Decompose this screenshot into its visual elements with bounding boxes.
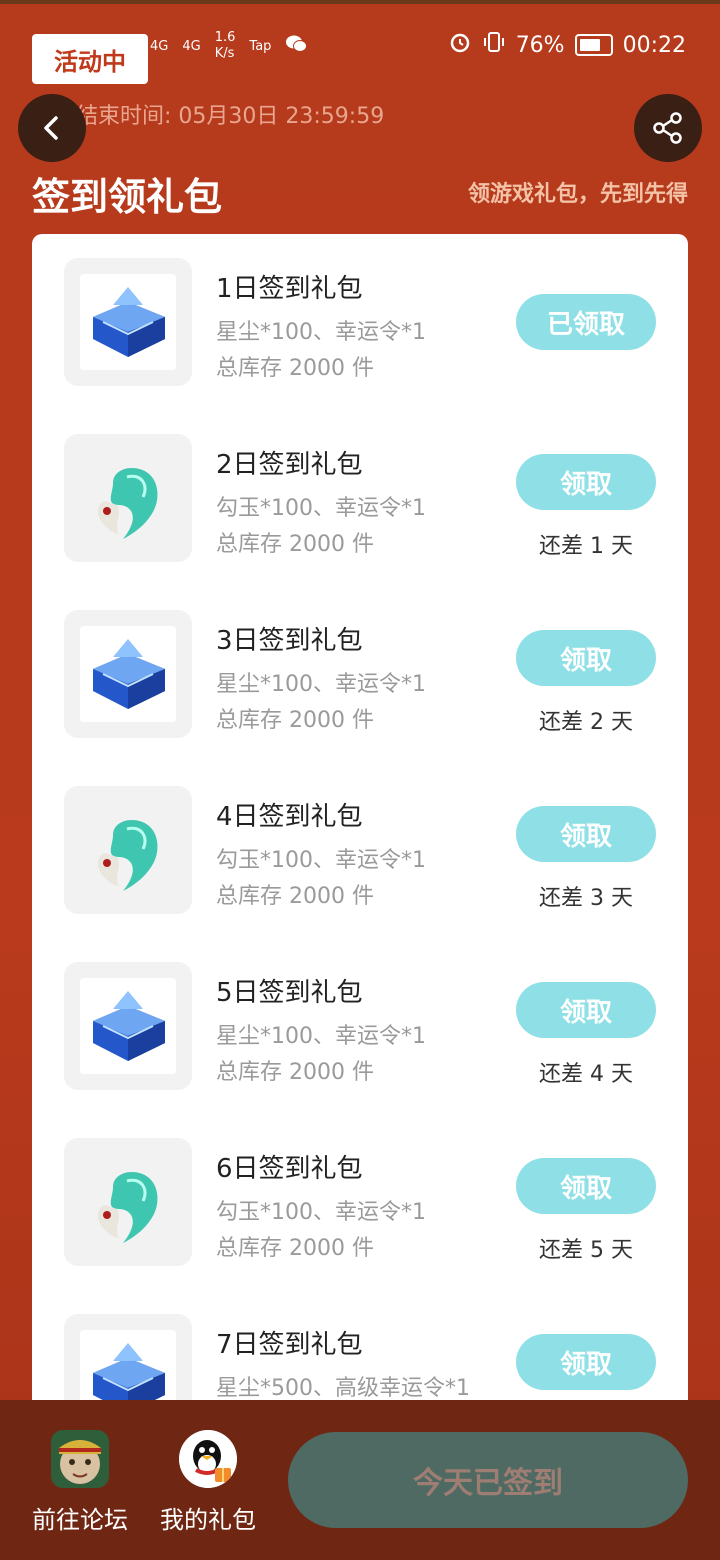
gift-item-day-1: 1日签到礼包 星尘*100、幸运令*1 总库存 2000 件 已领取 xyxy=(32,234,688,410)
days-remaining: 还差 1 天 xyxy=(539,534,633,559)
magatama-icon xyxy=(97,467,158,539)
back-button[interactable] xyxy=(18,94,86,162)
gift-name: 1日签到礼包 xyxy=(216,274,363,304)
gift-stock: 总库存 2000 件 xyxy=(216,708,374,733)
status-right: 76% 00:22 xyxy=(448,30,686,60)
top-strip xyxy=(0,0,720,4)
crystal-chest-icon xyxy=(93,991,165,1061)
net-speed-value: 1.6 xyxy=(214,30,236,45)
gift-stock: 总库存 2000 件 xyxy=(216,1236,374,1261)
gift-stock: 总库存 2000 件 xyxy=(216,532,374,557)
gift-thumbnail xyxy=(64,258,192,386)
my-gifts-link[interactable]: 我的礼包 xyxy=(160,1430,256,1535)
gift-item-day-4: 4日签到礼包 勾玉*100、幸运令*1 总库存 2000 件 领取 还差 3 天 xyxy=(32,762,688,938)
days-remaining: 还差 4 天 xyxy=(539,1062,633,1087)
forum-link[interactable]: 前往论坛 xyxy=(32,1430,128,1535)
crystal-chest-icon xyxy=(93,639,165,709)
gift-name: 4日签到礼包 xyxy=(216,802,363,832)
gift-item-day-2: 2日签到礼包 勾玉*100、幸运令*1 总库存 2000 件 领取 还差 1 天 xyxy=(32,410,688,586)
my-gifts-label: 我的礼包 xyxy=(160,1506,256,1534)
claim-button[interactable]: 领取 xyxy=(516,1158,656,1214)
activity-status-badge: 活动中 xyxy=(32,34,148,84)
claim-button[interactable]: 领取 xyxy=(516,630,656,686)
gift-name: 5日签到礼包 xyxy=(216,978,363,1008)
wechat-icon xyxy=(285,34,308,58)
claim-button[interactable]: 领取 xyxy=(516,806,656,862)
signal-1: 4G xyxy=(150,38,169,54)
gift-contents: 勾玉*100、幸运令*1 xyxy=(216,848,426,873)
gift-contents: 勾玉*100、幸运令*1 xyxy=(216,1200,426,1225)
chevron-left-icon xyxy=(44,116,58,140)
days-remaining: 还差 5 天 xyxy=(539,1238,633,1263)
battery-icon xyxy=(574,34,613,56)
gift-contents: 星尘*100、幸运令*1 xyxy=(216,320,426,345)
vibrate-icon xyxy=(482,30,506,60)
page-title: 签到领礼包 xyxy=(32,175,223,219)
tap-label: Tap xyxy=(249,38,272,54)
claim-button[interactable]: 领取 xyxy=(516,1334,656,1390)
claim-button[interactable]: 领取 xyxy=(516,982,656,1038)
clock: 00:22 xyxy=(622,32,686,58)
qq-penguin-icon xyxy=(179,1430,237,1488)
signal-2: 4G xyxy=(182,38,201,54)
gift-name: 6日签到礼包 xyxy=(216,1154,363,1184)
gift-stock: 总库存 2000 件 xyxy=(216,884,374,909)
gift-item-day-6: 6日签到礼包 勾玉*100、幸运令*1 总库存 2000 件 领取 还差 5 天 xyxy=(32,1114,688,1290)
gift-thumbnail xyxy=(64,962,192,1090)
magatama-icon xyxy=(97,1171,158,1243)
gift-item-day-3: 3日签到礼包 星尘*100、幸运令*1 总库存 2000 件 领取 还差 2 天 xyxy=(32,586,688,762)
gift-thumbnail xyxy=(64,786,192,914)
gift-contents: 星尘*500、高级幸运令*1 xyxy=(216,1376,470,1401)
gift-name: 2日签到礼包 xyxy=(216,450,363,480)
gift-stock: 总库存 2000 件 xyxy=(216,1060,374,1085)
gift-contents: 星尘*100、幸运令*1 xyxy=(216,672,426,697)
forum-game-icon xyxy=(51,1430,109,1488)
gift-thumbnail xyxy=(64,434,192,562)
gift-name: 7日签到礼包 xyxy=(216,1330,363,1360)
alarm-icon xyxy=(448,30,472,60)
battery-percent: 76% xyxy=(515,32,565,58)
share-icon xyxy=(653,112,682,144)
gift-contents: 勾玉*100、幸运令*1 xyxy=(216,496,426,521)
net-speed-unit: K/s xyxy=(214,46,235,61)
days-remaining: 还差 2 天 xyxy=(539,710,633,735)
signed-today-button[interactable]: 今天已签到 xyxy=(288,1432,688,1528)
gift-stock: 总库存 2000 件 xyxy=(216,356,374,381)
net-speed: 1.6 K/s xyxy=(215,30,236,62)
page-subtitle: 领游戏礼包，先到先得 xyxy=(467,182,688,207)
share-button[interactable] xyxy=(634,94,702,162)
crystal-chest-icon xyxy=(93,287,165,357)
status-left: 4G 4G 1.6 K/s Tap xyxy=(150,30,308,62)
days-remaining: 还差 3 天 xyxy=(539,886,633,911)
gift-thumbnail xyxy=(64,1138,192,1266)
magatama-icon xyxy=(97,819,158,891)
gift-list: 1日签到礼包 星尘*100、幸运令*1 总库存 2000 件 已领取 2日签到礼… xyxy=(32,234,688,1434)
forum-label: 前往论坛 xyxy=(32,1506,128,1534)
gift-item-day-5: 5日签到礼包 星尘*100、幸运令*1 总库存 2000 件 领取 还差 4 天 xyxy=(32,938,688,1114)
gift-name: 3日签到礼包 xyxy=(216,626,363,656)
claimed-button[interactable]: 已领取 xyxy=(516,294,656,350)
claim-button[interactable]: 领取 xyxy=(516,454,656,510)
gift-contents: 星尘*100、幸运令*1 xyxy=(216,1024,426,1049)
gift-thumbnail xyxy=(64,610,192,738)
